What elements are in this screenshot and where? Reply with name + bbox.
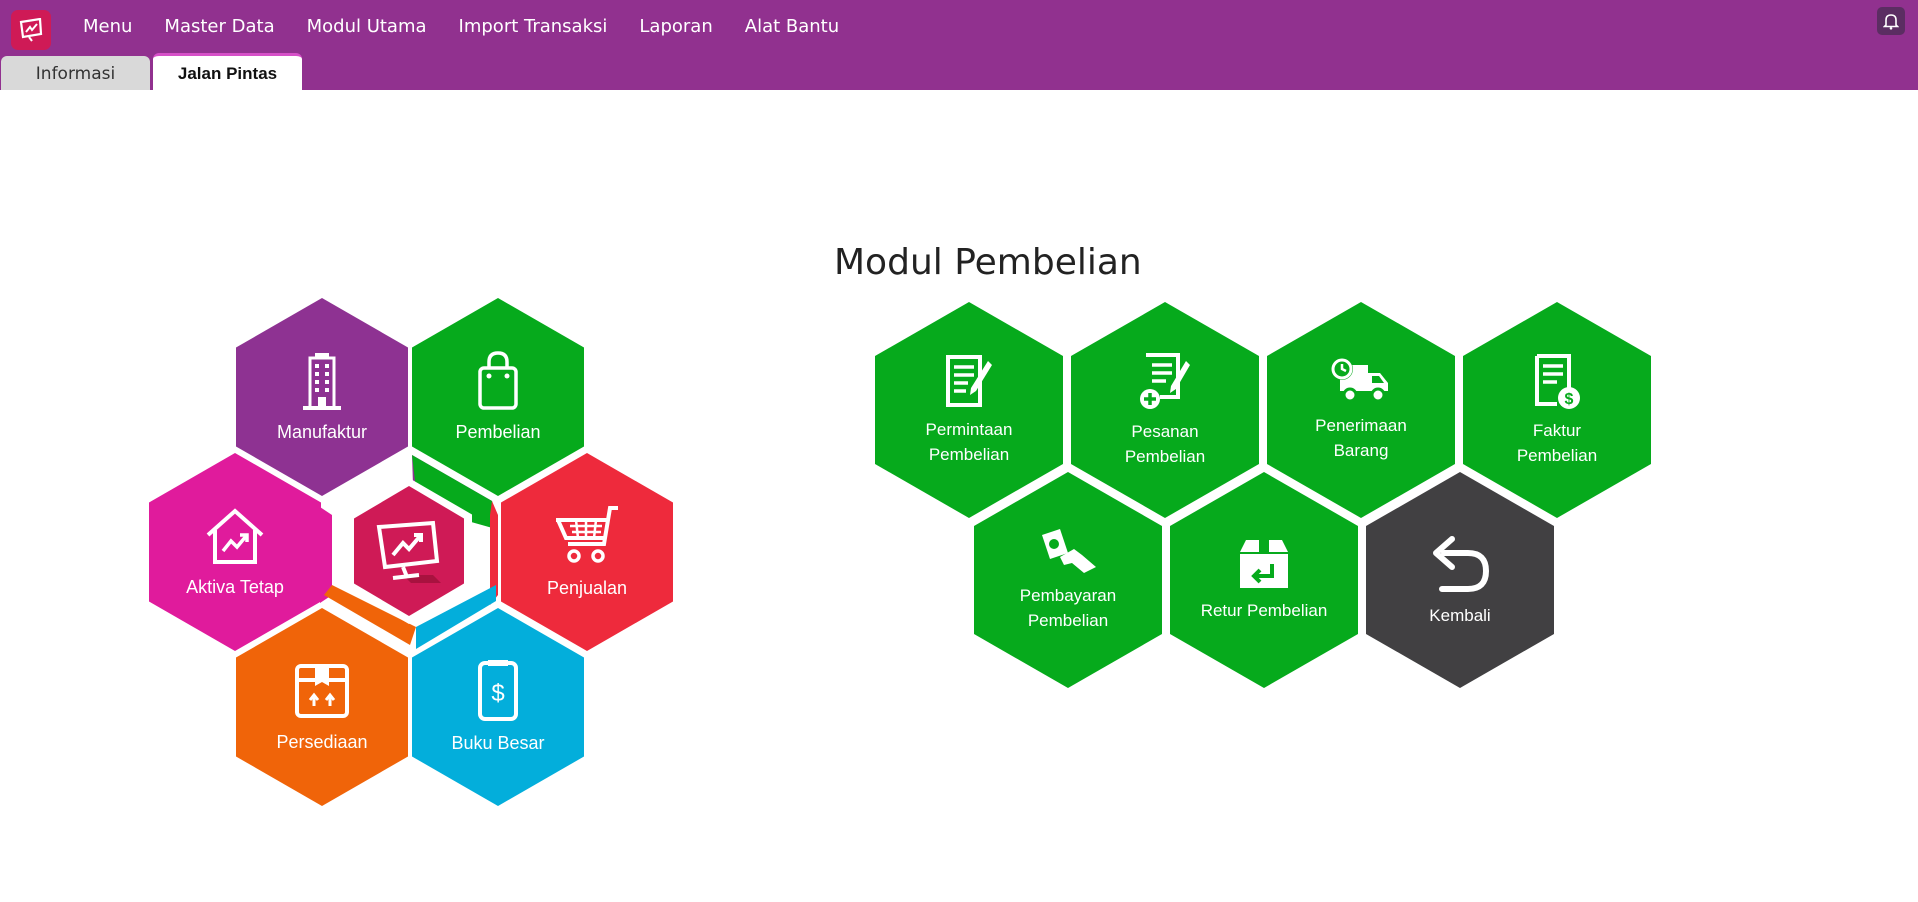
svg-text:$: $ [1565, 391, 1574, 408]
module-buku-besar-label: Buku Besar [451, 732, 545, 753]
module-penjualan[interactable]: Penjualan [501, 453, 673, 651]
module-penjualan-label: Penjualan [546, 577, 628, 598]
purchase-permintaan-label: Permintaan Pembelian [925, 420, 1013, 464]
purchase-penerimaan-label: Penerimaan Barang [1315, 416, 1407, 460]
back-button-label: Kembali [1429, 605, 1491, 625]
menu-item-import-transaksi[interactable]: Import Transaksi [443, 0, 624, 54]
building-icon [303, 352, 341, 410]
back-arrow-icon [1433, 535, 1490, 592]
tab-jalan-pintas[interactable]: Jalan Pintas [153, 53, 302, 93]
module-manufaktur-label: Manufaktur [276, 421, 368, 442]
purchase-pembayaran-label: Pembayaran Pembelian [1019, 586, 1117, 630]
purchase-module-title: Modul Pembelian [834, 242, 1142, 283]
menu-item-laporan[interactable]: Laporan [623, 0, 728, 54]
hand-money-icon [1042, 529, 1096, 573]
box-icon [295, 663, 349, 718]
menu-item-modul-utama[interactable]: Modul Utama [291, 0, 443, 54]
delivery-truck-icon [1331, 358, 1388, 403]
purchase-faktur-label: Faktur Pembelian [1516, 421, 1598, 465]
tab-informasi[interactable]: Informasi [1, 56, 150, 90]
document-add-icon [1140, 353, 1190, 409]
purchase-retur-pembelian[interactable]: Retur Pembelian [1170, 472, 1358, 688]
module-aktiva-tetap-label: Aktiva Tetap [186, 576, 284, 597]
module-aktiva-tetap[interactable]: Aktiva Tetap [149, 453, 321, 651]
return-box-icon [1240, 539, 1288, 588]
chart-monitor-icon [376, 520, 441, 583]
purchase-faktur-pembelian[interactable]: $ Faktur Pembelian [1463, 302, 1651, 518]
menu-item-alat-bantu[interactable]: Alat Bantu [729, 0, 855, 54]
app-logo-icon[interactable] [11, 10, 51, 50]
notification-bell-icon[interactable] [1877, 7, 1905, 35]
purchase-pesanan-label: Pesanan Pembelian [1124, 422, 1206, 466]
shopping-bag-icon [478, 350, 518, 410]
menu-item-master-data[interactable]: Master Data [148, 0, 290, 54]
purchase-permintaan-pembelian[interactable]: Permintaan Pembelian [875, 302, 1063, 518]
top-bar: Menu Master Data Modul Utama Import Tran… [0, 0, 1918, 93]
back-button[interactable]: Kembali [1366, 472, 1554, 688]
menu-item-menu[interactable]: Menu [67, 0, 148, 54]
module-persediaan-label: Persediaan [276, 731, 368, 752]
purchase-pesanan-pembelian[interactable]: Pesanan Pembelian [1071, 302, 1259, 518]
purchase-retur-label: Retur Pembelian [1200, 600, 1328, 620]
menu-bar: Menu Master Data Modul Utama Import Tran… [67, 0, 855, 54]
shopping-cart-icon [556, 505, 618, 563]
ledger-dollar-icon: $ [478, 659, 518, 721]
purchase-penerimaan-barang[interactable]: Penerimaan Barang [1267, 302, 1455, 518]
document-pen-icon [946, 355, 992, 407]
module-pembelian-label: Pembelian [455, 421, 541, 442]
svg-text:$: $ [491, 680, 504, 707]
invoice-dollar-icon: $ [1535, 354, 1580, 409]
house-chart-icon [206, 507, 264, 564]
purchase-pembayaran-pembelian[interactable]: Pembayaran Pembelian [974, 472, 1162, 688]
